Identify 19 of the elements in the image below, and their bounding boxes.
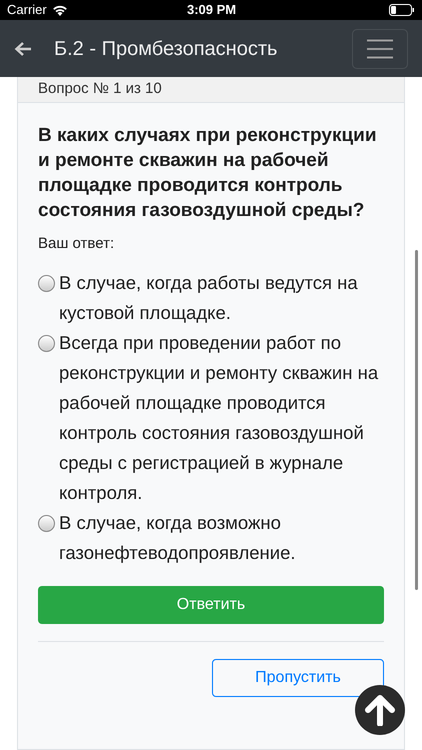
menu-icon: [367, 38, 393, 58]
wifi-icon: [52, 4, 68, 16]
up-arrow-icon: [365, 694, 395, 726]
status-time: 3:09 PM: [187, 1, 236, 20]
option-text: Всегда при проведении работ по реконструкции и ремонту скважин на рабочей площадке проводится контроль состояния газовоздушной среды с регистрацией в журнале контроля.: [59, 330, 380, 505]
question-text: В каких случаях при реконструкции и ремонте скважин на рабочей площадке проводится контроль состояния газовоздушной среды?: [38, 124, 378, 223]
radio-button[interactable]: [38, 514, 55, 532]
carrier-label: Carrier: [7, 1, 47, 20]
radio-button[interactable]: [38, 334, 55, 352]
page-title: Б.2 - Промбезопасность: [54, 36, 278, 62]
radio-button[interactable]: [38, 274, 55, 292]
back-arrow-icon[interactable]: [14, 40, 32, 56]
option-text: В случае, когда возможно газонефтеводопроявление.: [59, 510, 297, 565]
menu-button[interactable]: [352, 28, 408, 68]
answer-label: Ваш ответ:: [38, 234, 116, 254]
battery-icon: [389, 4, 415, 16]
question-number: Вопрос № 1 из 10: [38, 79, 162, 100]
submit-button[interactable]: Ответить: [38, 586, 384, 624]
option-text: В случае, когда работы ведутся на кустовой площадке.: [59, 270, 359, 325]
